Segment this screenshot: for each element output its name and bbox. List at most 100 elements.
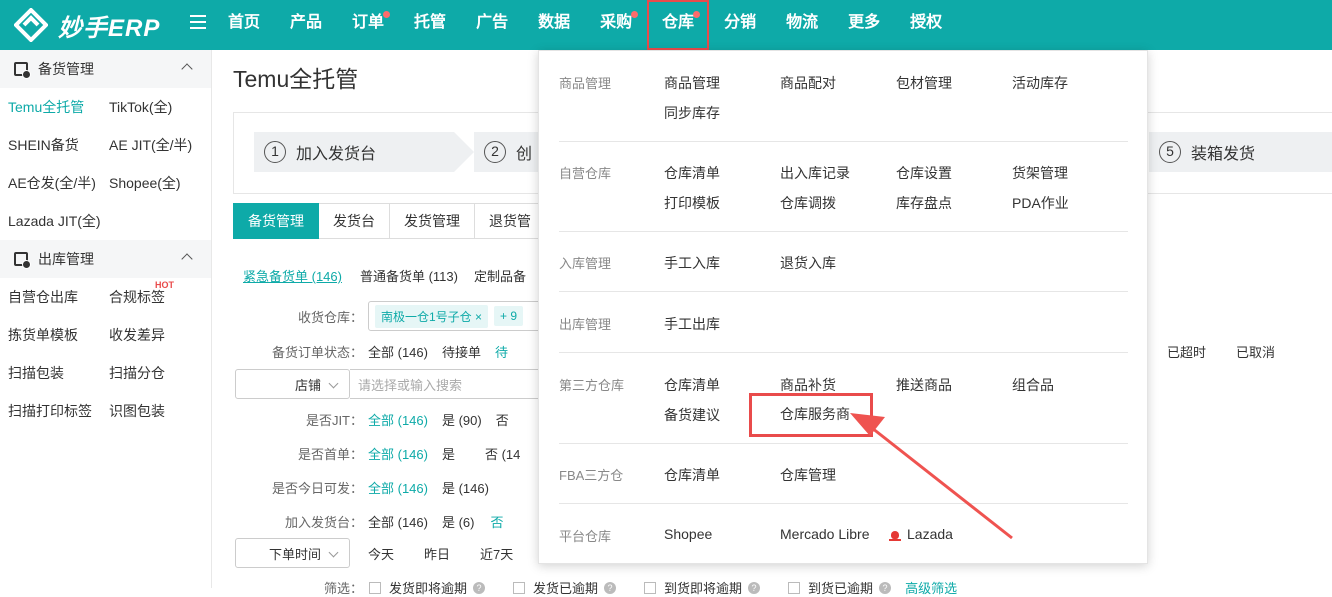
dd-item-stock-suggestion[interactable]: 备货建议 <box>664 405 720 425</box>
dd-item-transfer[interactable]: 仓库调拨 <box>780 193 836 213</box>
dd-item-fba-warehouse-list[interactable]: 仓库清单 <box>664 465 720 485</box>
dd-item-return-inbound[interactable]: 退货入库 <box>780 253 836 273</box>
sidebar-item[interactable]: 合规标签 HOT <box>109 278 210 316</box>
sidebar-item[interactable]: Temu全托管 <box>8 88 109 126</box>
nav-item-9[interactable]: 物流 <box>771 0 833 50</box>
status-pending[interactable]: 待接单 <box>442 342 481 361</box>
time-7days[interactable]: 近7天 <box>480 544 513 563</box>
nav-item-6[interactable]: 采购 <box>585 0 647 50</box>
dd-item-warehouse-settings[interactable]: 仓库设置 <box>896 163 952 183</box>
dd-item-replenish[interactable]: 商品补货 <box>780 375 836 395</box>
sidebar-item[interactable]: 拣货单模板 <box>8 316 109 354</box>
logo[interactable]: 妙手ERP <box>13 7 160 43</box>
dd-item-manual-inbound[interactable]: 手工入库 <box>664 253 720 273</box>
dd-item-shopee[interactable]: Shopee <box>664 526 712 542</box>
sidebar-items-outbound: 自营仓出库 合规标签 HOT 拣货单模板 收发差异 扫描包装 扫描分仓 扫描打印标签 识图包装 <box>0 278 211 430</box>
sidebar-item[interactable]: 识图包装 <box>109 392 210 430</box>
subtab-custom[interactable]: 定制品备 <box>474 266 526 285</box>
tab-0[interactable]: 备货管理 <box>233 203 319 239</box>
tab-3[interactable]: 退货管 <box>475 203 546 239</box>
nav-item-10[interactable]: 更多 <box>833 0 895 50</box>
dd-item-packaging[interactable]: 包材管理 <box>896 73 952 93</box>
sidebar-item[interactable]: 扫描打印标签 <box>8 392 109 430</box>
dd-item-lazada[interactable]: Lazada <box>889 526 953 542</box>
sidebar-item[interactable]: Shopee(全) <box>109 164 210 202</box>
nav-item-11[interactable]: 授权 <box>895 0 957 50</box>
sidebar-section-outbound[interactable]: 出库管理 <box>0 240 211 278</box>
nav-item-8[interactable]: 分销 <box>709 0 771 50</box>
nav-item-label: 仓库 <box>662 14 695 31</box>
top-nav-bar: 妙手ERP 首页 产品 订单 托管 广告 数据 采购 仓库 分销 物流 更多 授权 <box>0 0 1332 50</box>
sidebar-item[interactable]: 扫描分仓 <box>109 354 210 392</box>
tab-2[interactable]: 发货管理 <box>390 203 475 239</box>
chevron-up-icon[interactable] <box>181 253 193 265</box>
subtab-urgent[interactable]: 紧急备货单 (146) <box>243 266 342 285</box>
sidebar-item-label: 合规标签 <box>109 289 165 305</box>
desk-no[interactable]: 否 <box>490 512 503 531</box>
jit-no[interactable]: 否 <box>496 410 509 429</box>
dd-item-warehouse-list[interactable]: 仓库清单 <box>664 163 720 183</box>
menu-toggle-icon[interactable] <box>190 15 206 33</box>
time-today[interactable]: 今天 <box>368 544 394 563</box>
dd-item-print-template[interactable]: 打印模板 <box>664 193 720 213</box>
first-all[interactable]: 全部 (146) <box>368 444 428 463</box>
tab-1[interactable]: 发货台 <box>319 203 390 239</box>
sidebar-item[interactable]: 扫描包装 <box>8 354 109 392</box>
sidebar-item[interactable]: 自营仓出库 <box>8 278 109 316</box>
sidebar-item[interactable]: AE仓发(全/半) <box>8 164 109 202</box>
dd-item-mercado-libre[interactable]: Mercado Libre <box>780 526 870 542</box>
desk-yes[interactable]: 是 (6) <box>442 512 475 531</box>
nav-item-7[interactable]: 仓库 <box>647 0 710 50</box>
status-overdue[interactable]: 已超时 <box>1167 342 1206 361</box>
dd-section-title: 第三方仓库 <box>559 378 625 393</box>
dd-section-inbound: 入库管理 手工入库 退货入库 <box>559 253 1128 292</box>
today-yes[interactable]: 是 (146) <box>442 478 489 497</box>
first-yes[interactable]: 是 <box>442 444 455 463</box>
nav-item-5[interactable]: 数据 <box>523 0 585 50</box>
subtab-normal[interactable]: 普通备货单 (113) <box>360 266 458 285</box>
jit-all[interactable]: 全部 (146) <box>368 410 428 429</box>
nav-item-3[interactable]: 托管 <box>399 0 461 50</box>
first-no[interactable]: 否 (14 <box>485 444 520 463</box>
dd-item-product-manage[interactable]: 商品管理 <box>664 73 720 93</box>
nav-item-2[interactable]: 订单 <box>337 0 399 50</box>
sidebar-item[interactable]: 收发差异 <box>109 316 210 354</box>
sidebar-item[interactable]: SHEIN备货 <box>8 126 109 164</box>
dd-item-push-products[interactable]: 推送商品 <box>896 375 952 395</box>
nav-item-1[interactable]: 产品 <box>275 0 337 50</box>
sidebar-item[interactable]: Lazada JIT(全) <box>8 202 109 240</box>
dd-item-warehouse-provider[interactable]: 仓库服务商 <box>749 393 873 437</box>
desk-all[interactable]: 全部 (146) <box>368 512 428 531</box>
close-icon[interactable]: × <box>475 310 482 324</box>
dd-item-fba-warehouse-manage[interactable]: 仓库管理 <box>780 465 836 485</box>
warehouse-chip[interactable]: 南极一仓1号子仓 × <box>375 304 489 328</box>
warehouse-more[interactable]: + 9 <box>494 306 524 326</box>
nav-item-4[interactable]: 广告 <box>461 0 523 50</box>
nav-item-0[interactable]: 首页 <box>213 0 275 50</box>
time-select[interactable]: 下单时间 <box>235 538 350 568</box>
today-all[interactable]: 全部 (146) <box>368 478 428 497</box>
dd-item-3p-warehouse-list[interactable]: 仓库清单 <box>664 375 720 395</box>
sidebar-section-stock[interactable]: 备货管理 <box>0 50 211 88</box>
main-nav: 首页 产品 订单 托管 广告 数据 采购 仓库 分销 物流 更多 授权 <box>213 0 957 50</box>
jit-yes[interactable]: 是 (90) <box>442 410 482 429</box>
sidebar-item[interactable]: AE JIT(全/半) <box>109 126 210 164</box>
dd-item-bundle[interactable]: 组合品 <box>1012 375 1054 395</box>
status-cancelled[interactable]: 已取消 <box>1236 342 1275 361</box>
dd-item-stocktake[interactable]: 库存盘点 <box>896 193 952 213</box>
sidebar-item[interactable]: TikTok(全) <box>109 88 210 126</box>
dd-item-pda[interactable]: PDA作业 <box>1012 193 1069 213</box>
dd-item-io-records[interactable]: 出入库记录 <box>780 163 850 183</box>
dd-item-sync-stock[interactable]: 同步库存 <box>664 103 720 123</box>
chevron-up-icon[interactable] <box>181 63 193 75</box>
dd-item-manual-outbound[interactable]: 手工出库 <box>664 314 720 334</box>
dd-item-product-pair[interactable]: 商品配对 <box>780 73 836 93</box>
store-search-input[interactable]: 请选择或输入搜索 <box>350 369 540 399</box>
time-yesterday[interactable]: 昨日 <box>424 544 450 563</box>
dd-item-shelf-manage[interactable]: 货架管理 <box>1012 163 1068 183</box>
dd-item-activity-stock[interactable]: 活动库存 <box>1012 73 1068 93</box>
status-partial[interactable]: 待 <box>495 342 508 361</box>
status-all[interactable]: 全部 (146) <box>368 342 428 361</box>
store-select[interactable]: 店铺 <box>235 369 350 399</box>
filter-first: 是否首单： 全部 (146) 是 否 (14 <box>253 444 520 463</box>
